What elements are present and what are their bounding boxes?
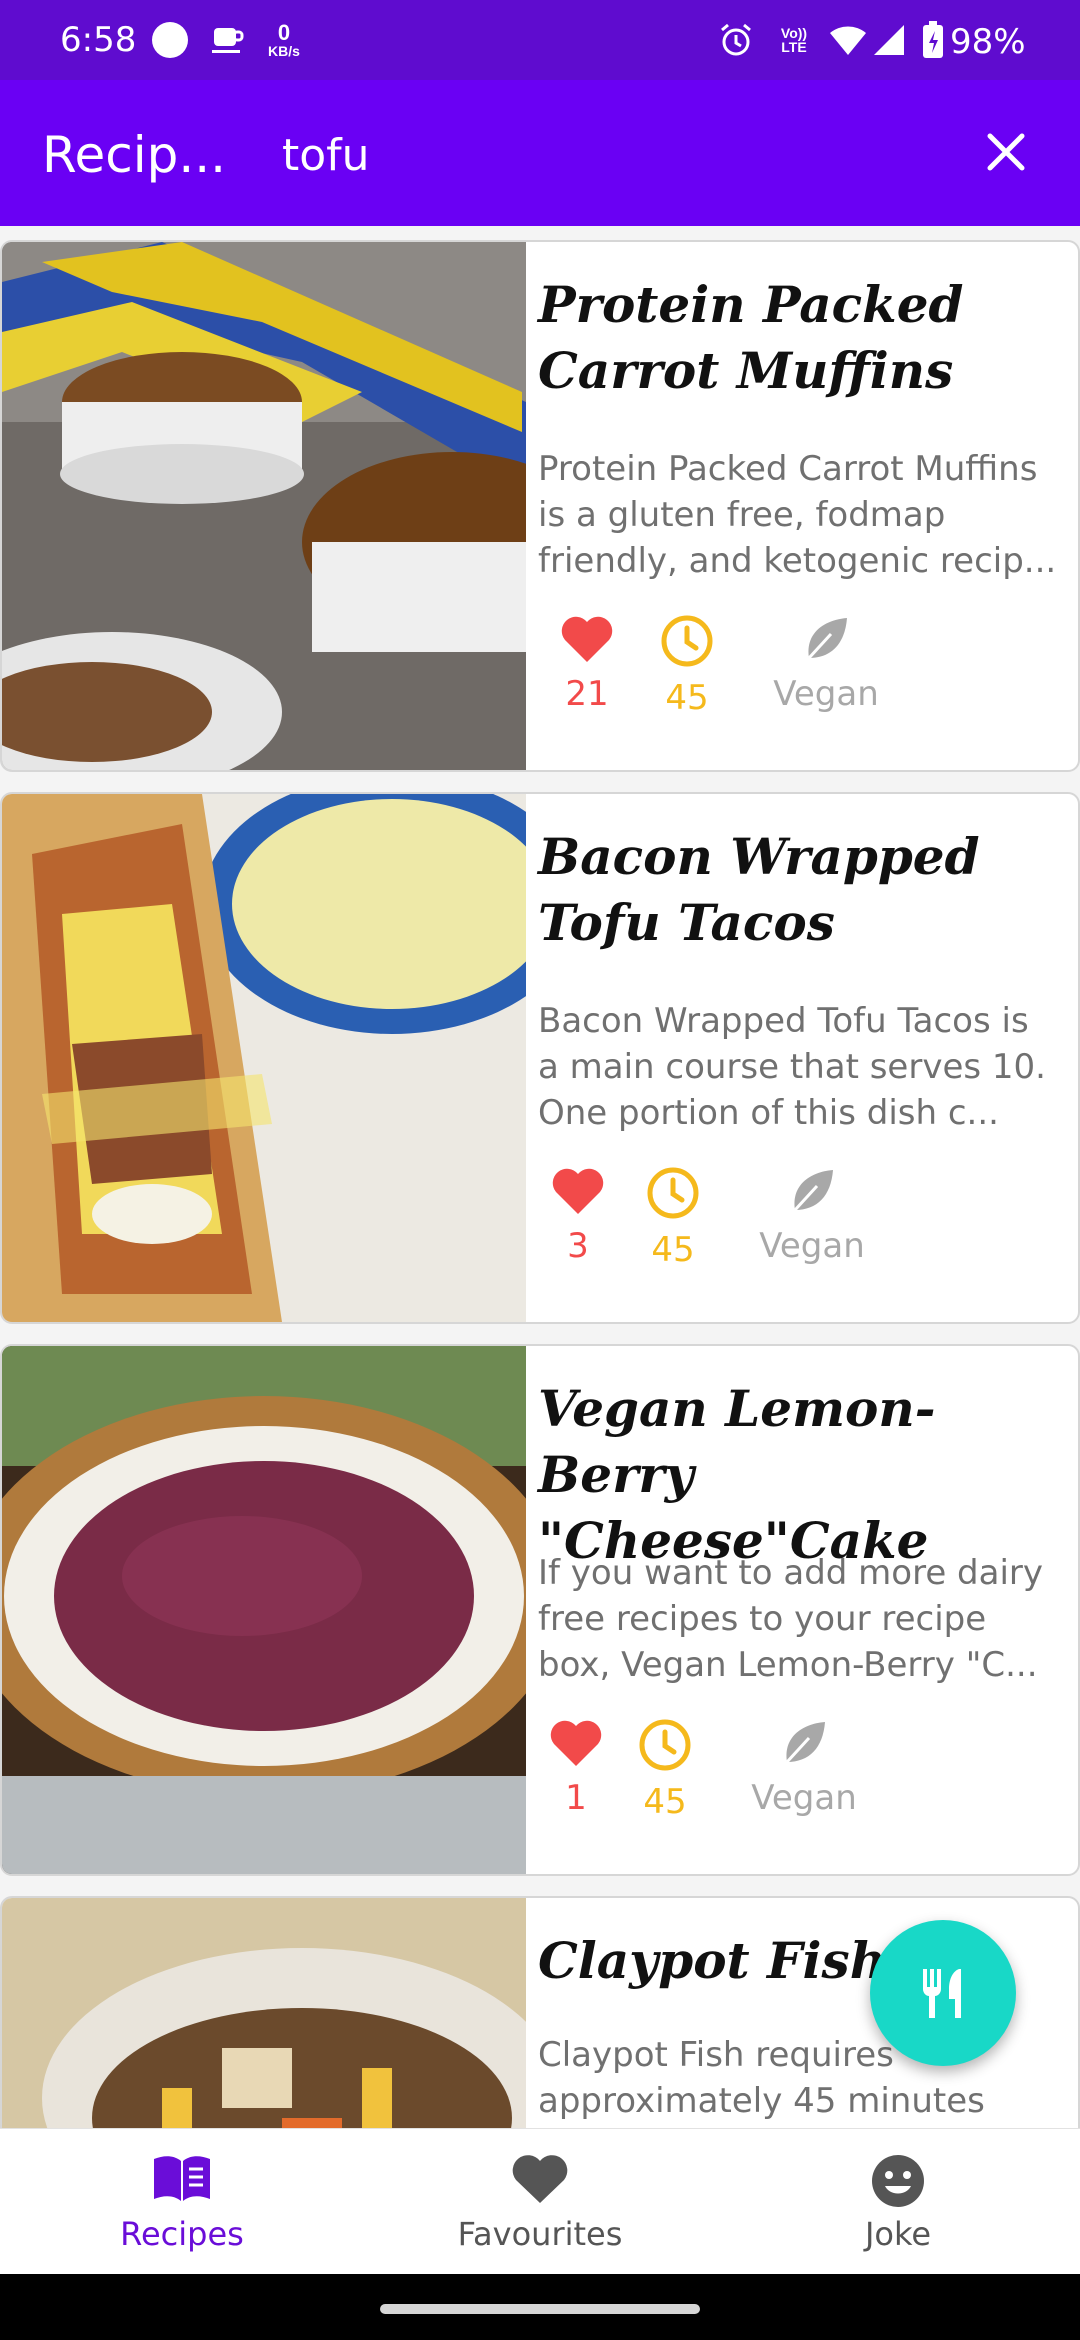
recipe-image-claypot-fish [2, 1898, 526, 2128]
data-speed-indicator: 0 KB/s [264, 20, 304, 60]
time-stat: 45 [640, 1166, 706, 1270]
diet-label: Vegan [773, 674, 879, 714]
nav-item-favourites[interactable]: Favourites [360, 2129, 720, 2275]
minutes-count: 45 [643, 1782, 687, 1822]
diet-stat: Vegan [744, 1718, 864, 1818]
recipe-card[interactable]: Protein Packed Carrot Muffins Protein Pa… [0, 240, 1080, 772]
nav-item-joke[interactable]: Joke [718, 2129, 1078, 2275]
system-navigation-bar [0, 2274, 1080, 2340]
recipe-book-icon [154, 2156, 210, 2201]
diet-stat: Vegan [766, 614, 886, 714]
nav-label-joke: Joke [864, 2215, 932, 2253]
recipe-image-muffins [2, 242, 526, 770]
heart-icon [561, 616, 613, 662]
recipe-list[interactable]: Protein Packed Carrot Muffins Protein Pa… [0, 230, 1080, 2128]
close-icon[interactable] [978, 124, 1034, 180]
diet-stat: Vegan [752, 1166, 872, 1266]
leaf-icon [807, 618, 847, 660]
minutes-count: 45 [665, 678, 709, 718]
nav-label-favourites: Favourites [457, 2215, 623, 2253]
bottom-navigation: Recipes Favourites Joke [0, 2128, 1080, 2274]
minutes-count: 45 [651, 1230, 695, 1270]
data-speed-unit: KB/s [268, 43, 300, 59]
recipe-image-cheesecake [2, 1346, 526, 1874]
likes-count: 3 [567, 1226, 589, 1266]
volte-icon: Vo)) LTE [780, 25, 808, 55]
recipe-title: Protein Packed Carrot Muffins [538, 275, 964, 400]
time-stat: 45 [654, 614, 720, 718]
home-gesture-handle[interactable] [380, 2304, 700, 2314]
battery-percent: 98% [950, 22, 1026, 62]
alarm-icon [718, 20, 754, 60]
likes-stat: 3 [548, 1166, 608, 1266]
notification-app-icon [152, 20, 188, 60]
recipe-title: Bacon Wrapped Tofu Tacos [538, 827, 980, 952]
recipe-title: Vegan Lemon-Berry "Cheese"Cake [538, 1379, 936, 1570]
recipe-card[interactable]: Vegan Lemon-Berry "Cheese"Cake If you wa… [0, 1344, 1080, 1876]
likes-stat: 1 [548, 1718, 604, 1818]
cell-signal-icon [870, 20, 906, 60]
cutlery-icon [923, 1969, 961, 2018]
recipe-description: If you want to add more dairy free recip… [538, 1553, 1044, 1685]
likes-stat: 21 [554, 614, 620, 714]
nav-item-recipes[interactable]: Recipes [2, 2129, 362, 2275]
status-time: 6:58 [60, 20, 137, 60]
likes-count: 21 [565, 674, 609, 714]
leaf-icon [793, 1170, 833, 1212]
recipe-description: Protein Packed Carrot Muffins is a glute… [538, 449, 1057, 581]
diet-label: Vegan [751, 1778, 857, 1818]
app-bar: Recip... [0, 80, 1080, 226]
battery-icon [922, 20, 944, 60]
heart-icon [550, 1720, 602, 1766]
smiley-icon [872, 2155, 924, 2207]
app-title: Recip... [42, 126, 227, 184]
heart-icon [552, 1168, 604, 1214]
fab-cutlery-button[interactable] [870, 1920, 1016, 2066]
status-bar: 6:58 0 KB/s Vo)) LTE 98% [0, 0, 1080, 80]
leaf-icon [785, 1722, 825, 1764]
nav-label-recipes: Recipes [120, 2215, 244, 2253]
time-stat: 45 [632, 1718, 698, 1822]
data-speed-value: 0 [277, 20, 291, 45]
clock-icon [661, 615, 713, 667]
search-input[interactable] [282, 130, 882, 181]
network-type: LTE [781, 39, 807, 55]
wifi-icon [828, 20, 868, 60]
recipe-card[interactable]: Bacon Wrapped Tofu Tacos Bacon Wrapped T… [0, 792, 1080, 1324]
recipe-image-tacos [2, 794, 526, 1322]
likes-count: 1 [565, 1778, 587, 1818]
clock-icon [647, 1167, 699, 1219]
clock-icon [639, 1719, 691, 1771]
diet-label: Vegan [759, 1226, 865, 1266]
heart-icon [512, 2155, 568, 2203]
notification-cup-icon [210, 20, 246, 60]
recipe-description: Bacon Wrapped Tofu Tacos is a main cours… [538, 1001, 1046, 1133]
